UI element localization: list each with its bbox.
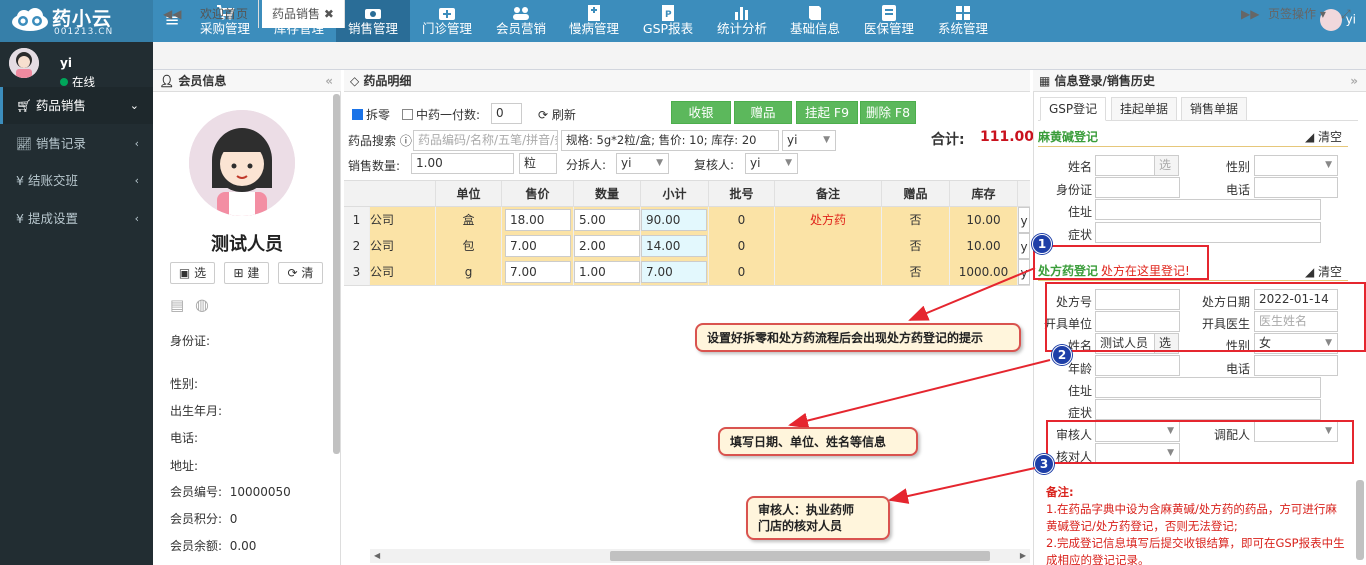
- callout-1: 设置好拆零和处方药流程后会出现处方药登记的提示: [695, 323, 1021, 352]
- arrow-3: [888, 467, 1036, 504]
- callout-3-line-1: 审核人：执业药师: [758, 503, 855, 517]
- arrow-2: [788, 359, 1051, 429]
- callout-2: 填写日期、单位、姓名等信息: [718, 427, 918, 456]
- callout-3-line-2: 门店的核对人员: [758, 519, 843, 533]
- annotation-arrows: [788, 267, 1051, 504]
- arrow-1: [908, 267, 1036, 321]
- callout-3: 审核人：执业药师 门店的核对人员: [746, 496, 890, 540]
